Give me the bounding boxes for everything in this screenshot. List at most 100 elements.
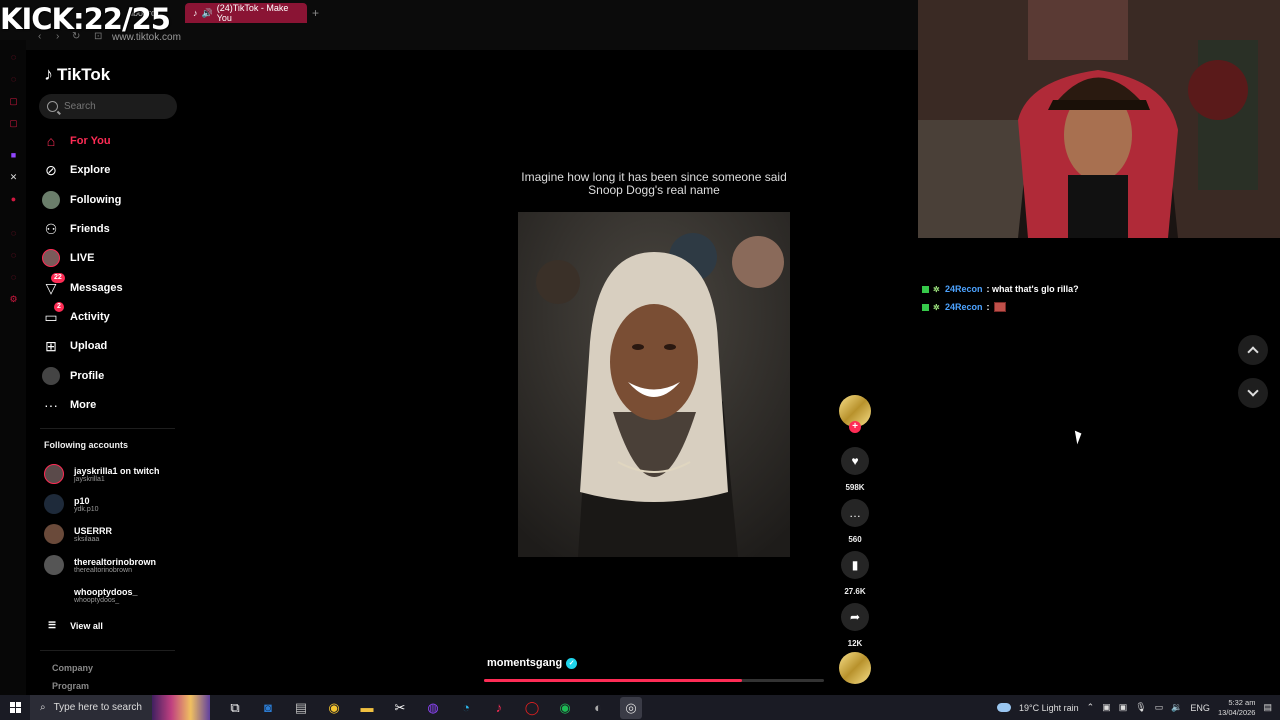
webcam-feed: [918, 0, 1280, 238]
clock-time: 5:32 am: [1228, 697, 1256, 707]
tray-icon[interactable]: ▣: [1102, 702, 1111, 713]
browser-side-rail: ◌ ◌ ▢ ▢ ■ ✕ ● ◌ ◌ ◌ ⚙: [0, 40, 26, 695]
opera-icon[interactable]: ◯: [521, 697, 543, 719]
twitch-icon[interactable]: ◍: [422, 697, 444, 719]
file-explorer-icon[interactable]: ▬: [356, 697, 378, 719]
webcam-image: [918, 0, 1280, 238]
obs-icon[interactable]: ◎: [620, 696, 642, 719]
view-all-link[interactable]: ☰ View all: [48, 620, 103, 631]
follow-plus-icon[interactable]: +: [849, 421, 861, 433]
list-icon: ☰: [48, 620, 57, 630]
video-player[interactable]: [518, 212, 790, 557]
save-action[interactable]: ▮ 27.6K: [839, 551, 871, 596]
weather-text[interactable]: 19°C Light rain: [1019, 703, 1079, 713]
account-names: USERRR sksilaaa: [74, 526, 115, 543]
nav-label: Friends: [70, 223, 110, 235]
rail-icon[interactable]: ◌: [8, 250, 19, 261]
chat-username[interactable]: 24Recon: [945, 284, 983, 294]
bookmark-icon[interactable]: ▮: [841, 551, 869, 579]
account-name: therealtorinobrown: [74, 556, 157, 567]
share-icon[interactable]: ➦: [841, 603, 869, 631]
nav-following[interactable]: Following: [42, 189, 182, 211]
search-box[interactable]: [39, 94, 177, 119]
volume-icon[interactable]: 🔉: [1171, 702, 1182, 713]
settings-icon[interactable]: ⚙: [8, 294, 19, 305]
video-progress-bar[interactable]: [484, 679, 824, 682]
search-icon: [47, 101, 58, 112]
nav-messages[interactable]: ▽ 22 Messages: [42, 273, 182, 299]
nav-label: More: [70, 399, 97, 411]
tray-icon[interactable]: ▣: [1119, 702, 1128, 713]
rail-icon[interactable]: ◌: [8, 52, 19, 63]
start-button[interactable]: [0, 695, 30, 720]
nav-more[interactable]: ··· More: [42, 394, 182, 416]
previous-video-button[interactable]: [1238, 335, 1268, 365]
comment-count: 560: [848, 535, 862, 544]
new-tab-button[interactable]: +: [312, 3, 326, 23]
footer-program-link[interactable]: Program: [52, 681, 89, 691]
notifications-icon[interactable]: ▤: [1263, 702, 1272, 713]
tiktok-logo[interactable]: ♪ TikTok: [44, 64, 110, 85]
rail-icon[interactable]: ●: [8, 194, 19, 205]
microphone-icon[interactable]: 🎙: [1135, 702, 1146, 713]
share-action[interactable]: ➦ 12K: [839, 603, 871, 648]
tiktok-favicon-icon: ♪: [193, 8, 198, 18]
chevron-up-icon[interactable]: ⌃: [1087, 702, 1095, 713]
author-name: momentsgang: [487, 657, 563, 669]
taskbar-search[interactable]: ⌕ Type here to search: [30, 695, 210, 720]
capcut-icon[interactable]: ✂: [389, 697, 411, 719]
rail-icon[interactable]: ◌: [8, 228, 19, 239]
activity-icon: ▭ 2: [42, 302, 64, 326]
comment-action[interactable]: … 560: [839, 499, 871, 544]
comment-icon[interactable]: …: [841, 499, 869, 527]
emote-icon: [993, 302, 1006, 312]
rail-icon[interactable]: ◌: [8, 74, 19, 85]
tab-tiktok[interactable]: ♪ 🔊 (24)TikTok - Make You: [185, 3, 307, 23]
twitch-icon[interactable]: ■: [8, 150, 19, 161]
network-icon[interactable]: ▭: [1155, 702, 1164, 713]
clock[interactable]: 5:32 am 13/04/2026: [1218, 698, 1256, 718]
video-author[interactable]: momentsgang ✓: [487, 657, 578, 669]
nav-label: Activity: [70, 311, 110, 323]
nav-activity[interactable]: ▭ 2 Activity: [42, 302, 182, 328]
account-item[interactable]: p10 ydk.p10: [44, 490, 184, 518]
rail-icon[interactable]: ▢: [8, 96, 19, 107]
nav-profile[interactable]: Profile: [42, 365, 182, 387]
spotify-icon[interactable]: ◉: [554, 697, 576, 719]
tiktok-icon[interactable]: ♪: [488, 697, 510, 719]
nav-for-you[interactable]: ⌂ For You: [42, 130, 182, 152]
language-indicator[interactable]: ENG: [1190, 703, 1210, 713]
edge-icon[interactable]: ◔: [455, 697, 477, 719]
chrome-icon[interactable]: ◉: [323, 697, 345, 719]
account-item[interactable]: USERRR sksilaaa: [44, 520, 184, 548]
account-name: p10: [74, 495, 90, 506]
account-names: p10 ydk.p10: [74, 496, 99, 513]
tab-label: (24)TikTok - Make You: [216, 3, 289, 23]
search-input[interactable]: [64, 101, 164, 112]
mouse-cursor-icon: [1074, 429, 1084, 445]
heart-icon[interactable]: ♥: [841, 447, 869, 475]
next-video-button[interactable]: [1238, 378, 1268, 408]
nav-friends[interactable]: ⚇ Friends: [42, 218, 182, 240]
nav-explore[interactable]: ⊘ Explore: [42, 159, 182, 181]
app-icon[interactable]: ◐: [587, 697, 609, 719]
x-icon[interactable]: ✕: [8, 172, 19, 183]
account-name: whooptydoos_: [74, 586, 138, 597]
account-item[interactable]: jayskrilla1 on twitch jayskrilla1: [44, 460, 184, 488]
account-item[interactable]: therealtorinobrown therealtorinobrown: [44, 551, 184, 579]
music-disc-icon[interactable]: [839, 652, 871, 684]
rail-icon[interactable]: ◌: [8, 272, 19, 283]
account-item[interactable]: whooptydoos_ whooptydoos_: [44, 581, 184, 609]
like-action[interactable]: ♥ 598K: [839, 447, 871, 492]
chat-username[interactable]: 24Recon: [945, 302, 983, 312]
nav-label: For You: [70, 135, 111, 147]
nav-label: LIVE: [70, 252, 95, 264]
footer-company-link[interactable]: Company: [52, 663, 93, 673]
rail-icon[interactable]: ▢: [8, 118, 19, 129]
nav-label: Profile: [70, 370, 105, 382]
outlook-icon[interactable]: ◙: [257, 697, 279, 719]
task-view-icon[interactable]: ⧉: [224, 697, 246, 719]
nav-live[interactable]: LIVE: [42, 247, 182, 269]
app-icon[interactable]: ▤: [290, 697, 312, 719]
nav-upload[interactable]: ⊞ Upload: [42, 335, 182, 357]
